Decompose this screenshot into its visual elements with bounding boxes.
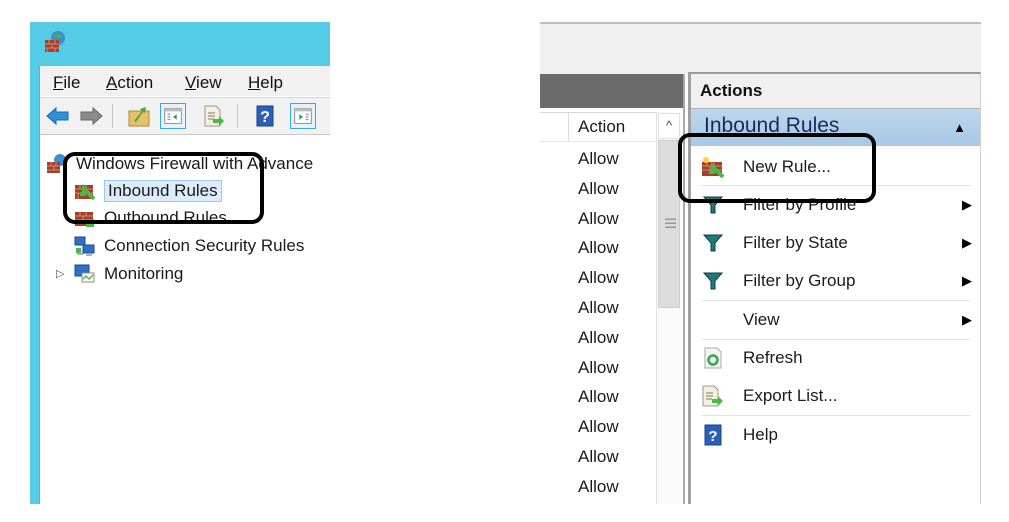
scroll-up-button[interactable]: ^: [658, 113, 680, 139]
pane-header-bar: [540, 74, 683, 108]
action-label: Export List...: [743, 386, 838, 405]
title-bar: [30, 22, 330, 66]
action-filter-by-state[interactable]: Filter by State ▶: [701, 228, 976, 258]
tree-item-connection-security-rules[interactable]: Connection Security Rules: [74, 234, 304, 258]
list-item[interactable]: Allow: [578, 174, 619, 204]
export-list-button[interactable]: [200, 103, 226, 129]
firewall-globe-icon: [45, 31, 65, 52]
help-button[interactable]: ?: [252, 103, 278, 129]
list-item[interactable]: Allow: [578, 323, 619, 353]
action-label: Help: [743, 425, 778, 444]
toolbar: ?: [40, 97, 330, 135]
tree-item-label: Connection Security Rules: [104, 236, 305, 255]
submenu-arrow-icon: ▶: [962, 235, 972, 250]
menu-accel: A: [106, 73, 118, 92]
filter-icon: [701, 270, 725, 292]
menu-action[interactable]: Action: [106, 73, 153, 93]
action-label: Filter by State: [743, 233, 848, 252]
export-list-icon: [701, 385, 725, 407]
show-hide-console-tree-button[interactable]: [160, 103, 186, 129]
arrow-left-icon: [46, 106, 69, 126]
toolbar-separator: [237, 104, 238, 128]
menu-accel: V: [185, 73, 197, 92]
column-header-label: Action: [578, 117, 626, 136]
list-item[interactable]: Allow: [578, 353, 619, 383]
toolbar-separator: [112, 104, 113, 128]
monitoring-icon: [74, 264, 95, 283]
arrow-right-icon: [80, 106, 103, 126]
collapse-arrow-icon[interactable]: ▲: [953, 120, 966, 135]
action-export-list[interactable]: Export List...: [701, 381, 976, 411]
pane-top-area: [688, 24, 981, 72]
filter-icon: [701, 232, 725, 254]
action-label: View: [743, 310, 780, 329]
list-item[interactable]: Allow: [578, 412, 619, 442]
action-separator: [701, 300, 971, 301]
list-item[interactable]: Allow: [578, 204, 619, 234]
menu-accel: H: [248, 73, 261, 92]
help-icon: ?: [701, 424, 725, 446]
menu-help[interactable]: Help: [248, 73, 283, 93]
action-filter-by-group[interactable]: Filter by Group ▶: [701, 266, 976, 296]
menu-action-rest: ction: [117, 73, 154, 92]
action-help[interactable]: ? Help: [701, 420, 976, 450]
column-divider[interactable]: [568, 113, 569, 141]
svg-text:?: ?: [708, 428, 717, 445]
folder-up-icon: [128, 107, 150, 127]
rules-list-pane: Action Allow Allow Allow Allow Allow All…: [540, 22, 690, 504]
window-frame: [30, 66, 39, 504]
up-folder-button[interactable]: [126, 103, 152, 129]
show-hide-action-pane-button[interactable]: [290, 103, 316, 129]
menu-view-rest: iew: [196, 73, 222, 92]
mmc-left-window: File Action View Help ? Windows Firewall…: [30, 22, 330, 504]
list-item[interactable]: Allow: [578, 263, 619, 293]
list-item[interactable]: Allow: [578, 472, 619, 502]
tree-item-label: Monitoring: [104, 264, 184, 283]
menu-bar: File Action View Help: [40, 66, 330, 96]
pane-top-area: [540, 24, 690, 74]
submenu-arrow-icon: ▶: [962, 273, 972, 288]
tree-item-monitoring[interactable]: Monitoring: [74, 262, 183, 286]
menu-help-rest: elp: [260, 73, 283, 92]
forward-button[interactable]: [78, 103, 104, 129]
actions-header: Actions: [691, 74, 980, 109]
action-refresh[interactable]: Refresh: [701, 343, 976, 373]
help-icon: ?: [256, 105, 274, 127]
menu-file-rest: ile: [63, 73, 81, 92]
action-label: Filter by Group: [743, 271, 856, 290]
highlight-callout-inbound-rules: [63, 152, 264, 224]
export-list-icon: [204, 105, 224, 127]
console-tree-icon: [164, 108, 182, 124]
list-item[interactable]: Allow: [578, 144, 619, 174]
rules-list: Allow Allow Allow Allow Allow Allow Allo…: [578, 144, 619, 502]
action-pane-icon: [294, 108, 312, 124]
list-item[interactable]: Allow: [578, 382, 619, 412]
action-separator: [701, 415, 971, 416]
back-button[interactable]: [45, 103, 71, 129]
highlight-callout-new-rule: [678, 133, 876, 203]
menu-file[interactable]: File: [53, 73, 80, 93]
view-icon-placeholder: [701, 309, 725, 331]
refresh-icon: [701, 347, 725, 369]
connection-security-icon: [74, 236, 95, 256]
scroll-thumb[interactable]: — — —: [658, 140, 680, 308]
action-label: Refresh: [743, 348, 803, 367]
actions-pane: Actions Inbound Rules ▲ New Rule... Filt…: [688, 22, 981, 504]
expand-arrow-icon[interactable]: ▷: [56, 267, 64, 280]
list-item[interactable]: Allow: [578, 233, 619, 263]
column-header-action[interactable]: Action: [540, 112, 656, 142]
list-item[interactable]: Allow: [578, 442, 619, 472]
action-separator: [701, 339, 971, 340]
action-view[interactable]: View ▶: [701, 305, 976, 335]
svg-text:?: ?: [260, 109, 270, 126]
menu-accel: F: [53, 73, 64, 92]
list-item[interactable]: Allow: [578, 293, 619, 323]
submenu-arrow-icon: ▶: [962, 197, 972, 212]
submenu-arrow-icon: ▶: [962, 312, 972, 327]
menu-view[interactable]: View: [185, 73, 222, 93]
actions-title: Actions: [700, 81, 763, 100]
grip-icon: — — —: [665, 213, 676, 233]
